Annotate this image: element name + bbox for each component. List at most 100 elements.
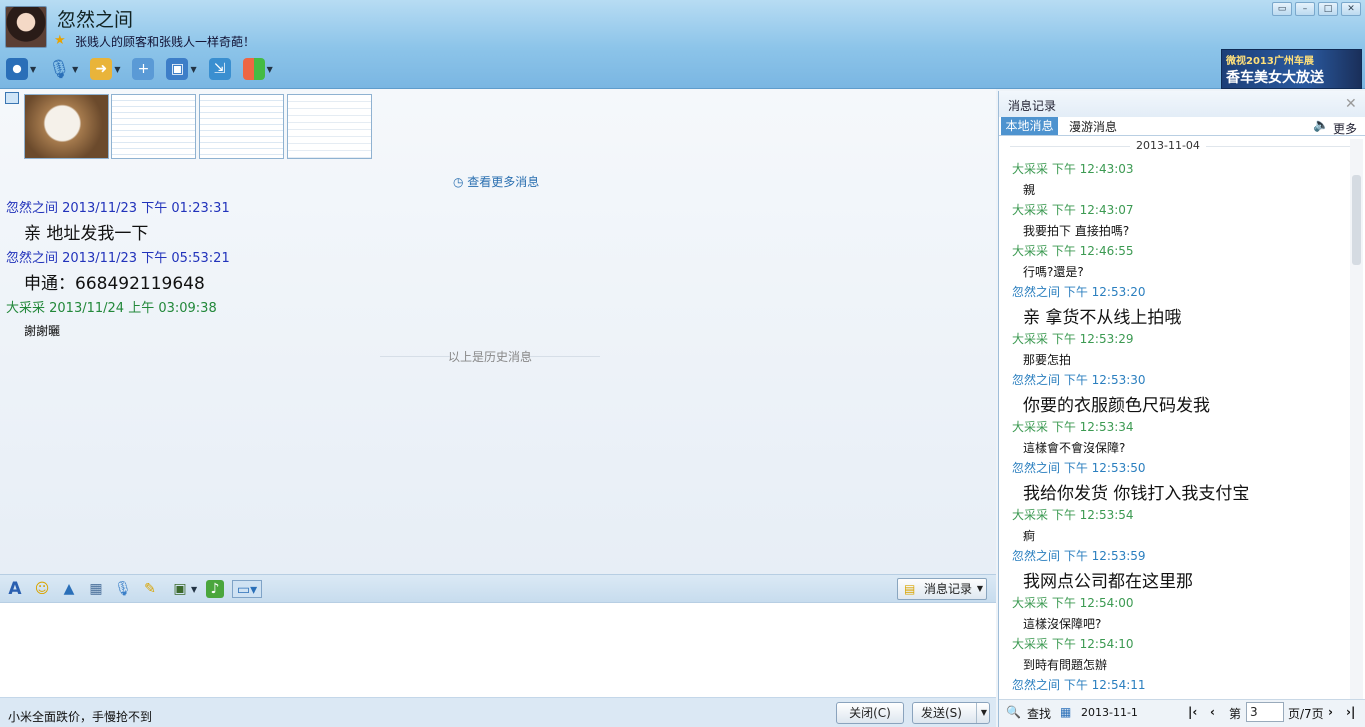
message-header: 忽然之间 2013/11/23 下午 01:23:31 xyxy=(6,201,230,216)
first-page-icon[interactable]: |‹ xyxy=(1188,705,1197,719)
video-call-icon[interactable] xyxy=(6,58,28,80)
record-header: 大采采 下午 12:53:54 xyxy=(1012,508,1134,522)
music-icon[interactable]: ♪ xyxy=(206,580,224,598)
minimize-icon[interactable]: – xyxy=(1295,2,1315,16)
record-text: 行嗎?還是? xyxy=(1023,265,1084,279)
record-header: 忽然之间 下午 12:53:20 xyxy=(1012,285,1146,299)
date-picker[interactable]: 2013-11-1 xyxy=(1081,706,1138,719)
voice-message-icon[interactable]: 🎙 xyxy=(114,580,132,598)
record-text: 痾 xyxy=(1023,529,1036,543)
record-text: 到時有問題怎辦 xyxy=(1023,658,1108,672)
send-button[interactable]: 发送(S) ▼ xyxy=(912,702,990,724)
video-clip-icon[interactable]: ▦ xyxy=(87,580,105,598)
ad-line2: 香车美女大放送 xyxy=(1226,70,1324,86)
send-button-label: 发送(S) xyxy=(921,706,962,720)
view-more-messages-link[interactable]: ◷ 查看更多消息 xyxy=(453,173,539,190)
chevron-down-icon[interactable]: ▼ xyxy=(30,65,36,74)
contact-signature: 张贱人的顾客和张贱人一样奇葩！ xyxy=(75,35,256,49)
record-text: 亲 拿货不从线上拍哦 xyxy=(1023,308,1182,328)
record-text: 這樣會不會沒保障? xyxy=(1023,441,1126,455)
chevron-down-icon[interactable]: ▼ xyxy=(975,703,987,723)
chevron-down-icon[interactable]: ▼ xyxy=(72,65,78,74)
ad-line1: 微视2013广州车展 xyxy=(1226,56,1314,67)
message-record-button[interactable]: ▤ 消息记录 ▼ xyxy=(897,578,987,600)
image-thumbnail[interactable] xyxy=(24,94,109,159)
prev-page-icon[interactable]: ‹ xyxy=(1210,705,1215,719)
record-header: 大采采 下午 12:43:03 xyxy=(1012,162,1134,176)
date-label: 2013-11-04 xyxy=(1130,139,1206,152)
image-thumbnail[interactable] xyxy=(287,94,372,159)
message-text: 亲 地址发我一下 xyxy=(24,224,149,244)
chevron-down-icon[interactable]: ▼ xyxy=(191,585,197,594)
history-separator: 以上是历史消息 xyxy=(380,348,600,365)
star-icon: ★ xyxy=(54,33,66,48)
close-icon[interactable]: ✕ xyxy=(1345,96,1357,112)
camera-icon[interactable] xyxy=(5,92,19,104)
file-transfer-icon[interactable]: ➜ xyxy=(90,58,113,80)
message-header: 大采采 2013/11/24 上午 03:09:38 xyxy=(6,301,217,316)
record-header: 忽然之间 下午 12:54:11 xyxy=(1012,678,1146,692)
record-header: 大采采 下午 12:54:00 xyxy=(1012,596,1134,610)
record-header: 大采采 下午 12:53:34 xyxy=(1012,420,1134,434)
emoji-icon[interactable]: ☺ xyxy=(33,580,51,598)
record-text: 那要怎拍 xyxy=(1023,353,1072,367)
chat-history-area[interactable] xyxy=(0,89,996,574)
skin-icon[interactable]: ▭ xyxy=(1272,2,1292,16)
record-text: 我要拍下 直接拍嗎? xyxy=(1023,224,1130,238)
calendar-icon[interactable]: ▦ xyxy=(1060,705,1071,719)
message-text: 申通：668492119648 xyxy=(24,274,205,294)
record-header: 忽然之间 下午 12:53:30 xyxy=(1012,373,1146,387)
bottom-ad-link[interactable]: 小米全面跌价，手慢抢不到 xyxy=(8,708,152,725)
record-text: 我网点公司都在这里那 xyxy=(1023,572,1193,592)
apps-icon[interactable] xyxy=(242,58,265,80)
close-button[interactable]: 关闭(C) xyxy=(836,702,904,724)
next-page-icon[interactable]: › xyxy=(1328,705,1333,719)
contact-avatar[interactable] xyxy=(5,6,47,48)
picture-icon[interactable]: ▣ xyxy=(171,580,189,598)
chevron-down-icon[interactable]: ▼ xyxy=(267,65,273,74)
page-number-input[interactable]: 3 xyxy=(1246,702,1284,722)
chevron-down-icon[interactable]: ▼ xyxy=(190,65,196,74)
page-prefix: 第 xyxy=(1229,707,1242,721)
scrawl-icon[interactable]: ✎ xyxy=(141,580,159,598)
create-group-icon[interactable]: + xyxy=(132,58,155,80)
tab-roaming-messages[interactable]: 漫游消息 xyxy=(1069,118,1117,135)
search-icon[interactable]: 🔍 xyxy=(1006,705,1021,719)
message-header: 忽然之间 2013/11/23 下午 05:53:21 xyxy=(6,251,230,266)
ad-banner[interactable]: 微视2013广州车展 香车美女大放送 xyxy=(1221,49,1362,89)
image-thumbnail[interactable] xyxy=(111,94,196,159)
record-header: 大采采 下午 12:43:07 xyxy=(1012,203,1134,217)
search-button[interactable]: 查找 xyxy=(1027,705,1051,722)
chevron-down-icon[interactable]: ▼ xyxy=(114,65,120,74)
font-icon[interactable]: A xyxy=(6,580,24,598)
record-button-label: 消息记录 xyxy=(924,582,973,596)
record-header: 大采采 下午 12:54:10 xyxy=(1012,637,1134,651)
voice-call-icon[interactable]: 🎙 xyxy=(48,58,71,80)
tab-local-messages[interactable]: 本地消息 xyxy=(1001,117,1058,135)
record-header: 忽然之间 下午 12:53:50 xyxy=(1012,461,1146,475)
tab-divider xyxy=(999,135,1365,136)
remote-desktop-icon[interactable]: ▣ xyxy=(166,58,189,80)
record-header: 忽然之间 下午 12:53:59 xyxy=(1012,549,1146,563)
record-text: 這樣沒保障吧? xyxy=(1023,617,1102,631)
contact-name: 忽然之间 xyxy=(57,9,134,31)
record-text: 你要的衣服颜色尺码发我 xyxy=(1023,396,1210,416)
message-input[interactable] xyxy=(0,603,996,697)
scrollbar-thumb[interactable] xyxy=(1352,175,1361,265)
panel-title: 消息记录 xyxy=(1008,99,1057,113)
image-thumbnail[interactable] xyxy=(199,94,284,159)
close-icon[interactable]: ✕ xyxy=(1341,2,1361,16)
chevron-down-icon: ▼ xyxy=(976,584,983,593)
screenshot-icon[interactable]: ▭▾ xyxy=(232,580,262,598)
shake-icon[interactable]: ▲ xyxy=(60,580,78,598)
record-header: 大采采 下午 12:53:29 xyxy=(1012,332,1134,346)
record-text: 我给你发货 你钱打入我支付宝 xyxy=(1023,484,1250,504)
window-controls: ▭ – □ ✕ xyxy=(1272,2,1361,16)
share-screen-icon[interactable]: ⇲ xyxy=(208,58,231,80)
last-page-icon[interactable]: ›| xyxy=(1346,705,1355,719)
chat-toolbar: ▼ 🎙 ▼ ➜ ▼ + ▣ ▼ ⇲ ▼ xyxy=(6,58,273,80)
page-total: 页/7页 xyxy=(1288,707,1324,721)
maximize-icon[interactable]: □ xyxy=(1318,2,1338,16)
record-header: 大采采 下午 12:46:55 xyxy=(1012,244,1134,258)
speaker-icon[interactable]: 🔈 xyxy=(1313,118,1329,133)
